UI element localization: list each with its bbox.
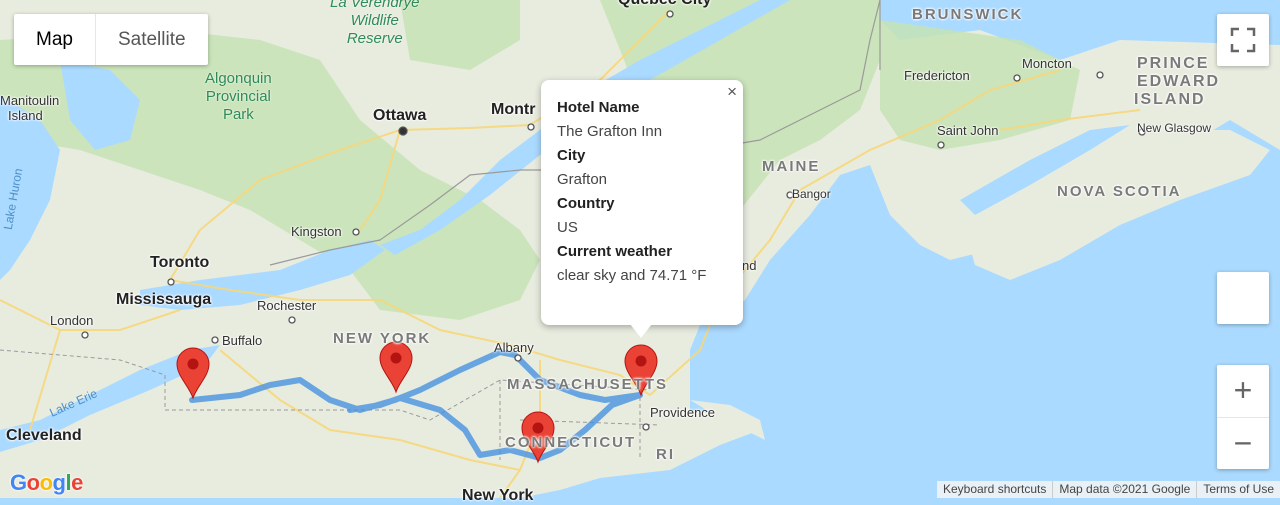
park-label: Algonquin Provincial Park xyxy=(205,70,272,124)
park-label-line: Reserve xyxy=(346,30,403,47)
map-type-map-button[interactable]: Map xyxy=(14,14,95,65)
city-label: Saint John xyxy=(937,123,999,138)
city-label: New York xyxy=(462,487,534,504)
hotel-name-value: The Grafton Inn xyxy=(557,123,663,140)
park-label-line: Wildlife xyxy=(350,12,399,29)
region-label: RI xyxy=(656,446,675,463)
street-view-button[interactable] xyxy=(1217,272,1269,324)
close-icon[interactable]: × xyxy=(727,82,737,102)
map-type-satellite-button[interactable]: Satellite xyxy=(94,14,208,65)
park-label-line: La Verendrye xyxy=(330,0,420,11)
zoom-control: + − xyxy=(1217,365,1269,469)
keyboard-shortcuts-link[interactable]: Keyboard shortcuts xyxy=(937,481,1052,498)
city-label: New Glasgow xyxy=(1137,121,1212,135)
city-label: Manitoulin xyxy=(0,93,60,108)
city-label: Island xyxy=(8,108,43,123)
region-label: EDWARD xyxy=(1137,73,1221,90)
park-label: La Verendrye Wildlife Reserve xyxy=(330,0,420,48)
map-type-control: Map Satellite xyxy=(14,14,208,65)
city-label: Kingston xyxy=(291,224,342,239)
region-label: MAINE xyxy=(762,158,821,175)
region-label: NOVA SCOTIA xyxy=(1057,183,1182,200)
city-label: London xyxy=(50,313,94,328)
city-value: Grafton xyxy=(557,171,608,188)
country-value: US xyxy=(557,219,578,236)
region-label: MASSACHUSETTS xyxy=(507,376,669,393)
city-label: Albany xyxy=(494,340,534,355)
park-label-line: Park xyxy=(222,106,254,123)
map-footer: Keyboard shortcuts Map data ©2021 Google… xyxy=(936,481,1280,498)
city-label: Toronto xyxy=(150,254,210,271)
zoom-out-button[interactable]: − xyxy=(1217,418,1269,469)
city-label: Providence xyxy=(650,405,716,420)
country-label: Country xyxy=(557,195,615,212)
google-logo[interactable]: Google xyxy=(10,470,83,496)
weather-value: clear sky and 74.71 °F xyxy=(557,267,707,284)
region-label: NEW YORK xyxy=(333,330,432,347)
city-label: Moncton xyxy=(1022,56,1072,71)
city-label: Quebec City xyxy=(618,0,711,9)
region-label: PRINCE xyxy=(1137,55,1210,72)
city-label: Montr xyxy=(491,101,536,118)
city-label: Ottawa xyxy=(373,107,427,124)
city-label: Mississauga xyxy=(116,291,212,308)
region-label: BRUNSWICK xyxy=(912,6,1024,23)
city-label: nd xyxy=(742,258,757,273)
info-window: × Hotel Name The Grafton Inn City Grafto… xyxy=(541,80,743,325)
city-label: Cleveland xyxy=(6,427,82,444)
park-label-line: Algonquin xyxy=(205,70,272,87)
fullscreen-button[interactable] xyxy=(1217,14,1269,66)
fullscreen-icon xyxy=(1230,27,1256,53)
city-label: Bangor xyxy=(792,187,831,201)
city-label: City xyxy=(557,147,586,164)
hotel-name-label: Hotel Name xyxy=(557,99,640,116)
weather-label: Current weather xyxy=(557,243,673,260)
park-label-line: Provincial xyxy=(205,88,271,105)
map-data-text: Map data ©2021 Google xyxy=(1052,481,1196,498)
city-label: Buffalo xyxy=(222,333,263,348)
info-window-tail xyxy=(630,324,652,338)
city-label: Fredericton xyxy=(904,68,970,83)
terms-link[interactable]: Terms of Use xyxy=(1196,481,1280,498)
zoom-in-button[interactable]: + xyxy=(1217,365,1269,418)
city-label: Rochester xyxy=(257,298,317,313)
region-label: ISLAND xyxy=(1134,91,1206,108)
region-label: CONNECTICUT xyxy=(505,434,637,451)
